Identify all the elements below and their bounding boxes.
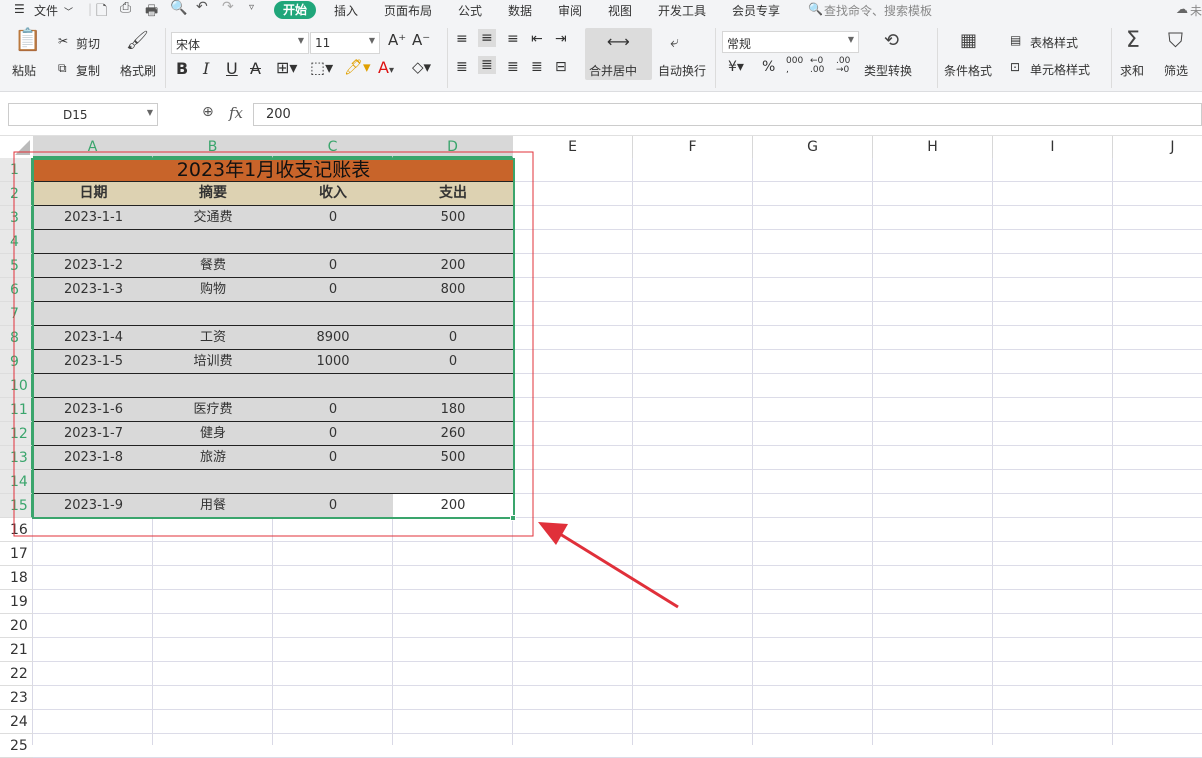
annotation-overlay xyxy=(13,151,679,609)
annotation-arrow-shaft xyxy=(559,532,679,609)
annotation-arrow-head xyxy=(538,522,568,545)
highlight-rectangle xyxy=(13,151,534,537)
